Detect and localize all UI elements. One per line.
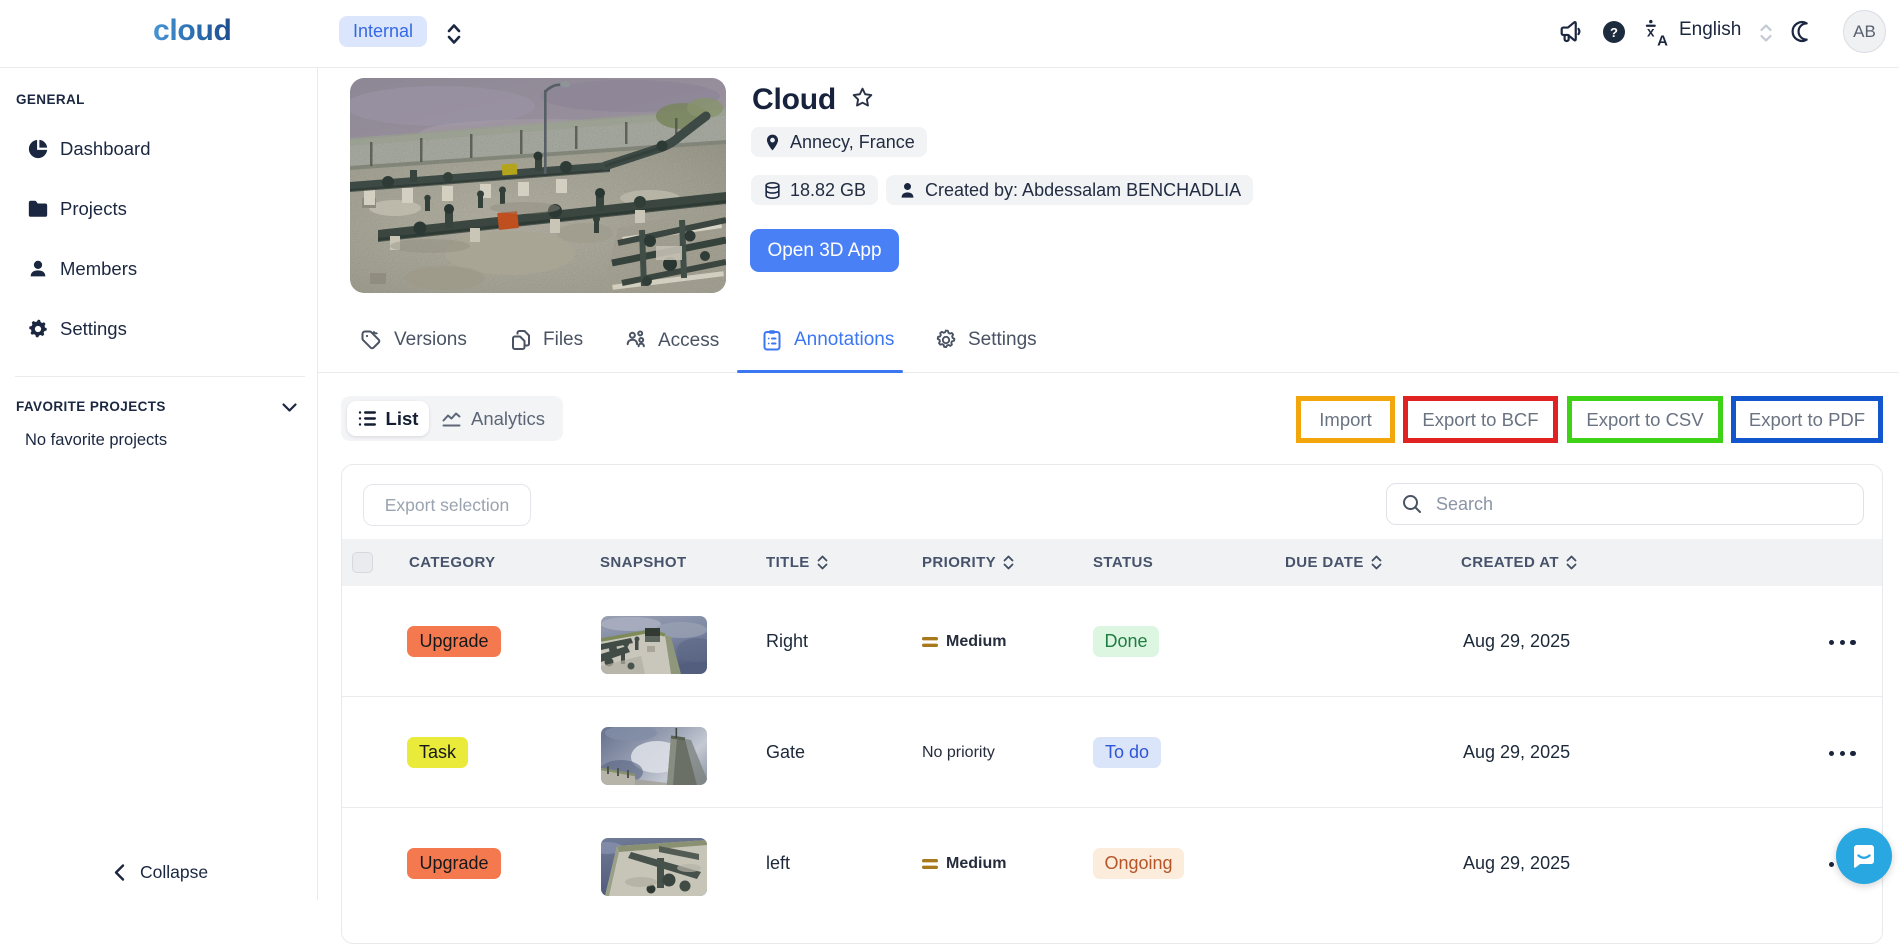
svg-text:x: x xyxy=(1647,25,1655,40)
svg-text:A: A xyxy=(1657,33,1668,48)
svg-text:?: ? xyxy=(1610,25,1618,40)
